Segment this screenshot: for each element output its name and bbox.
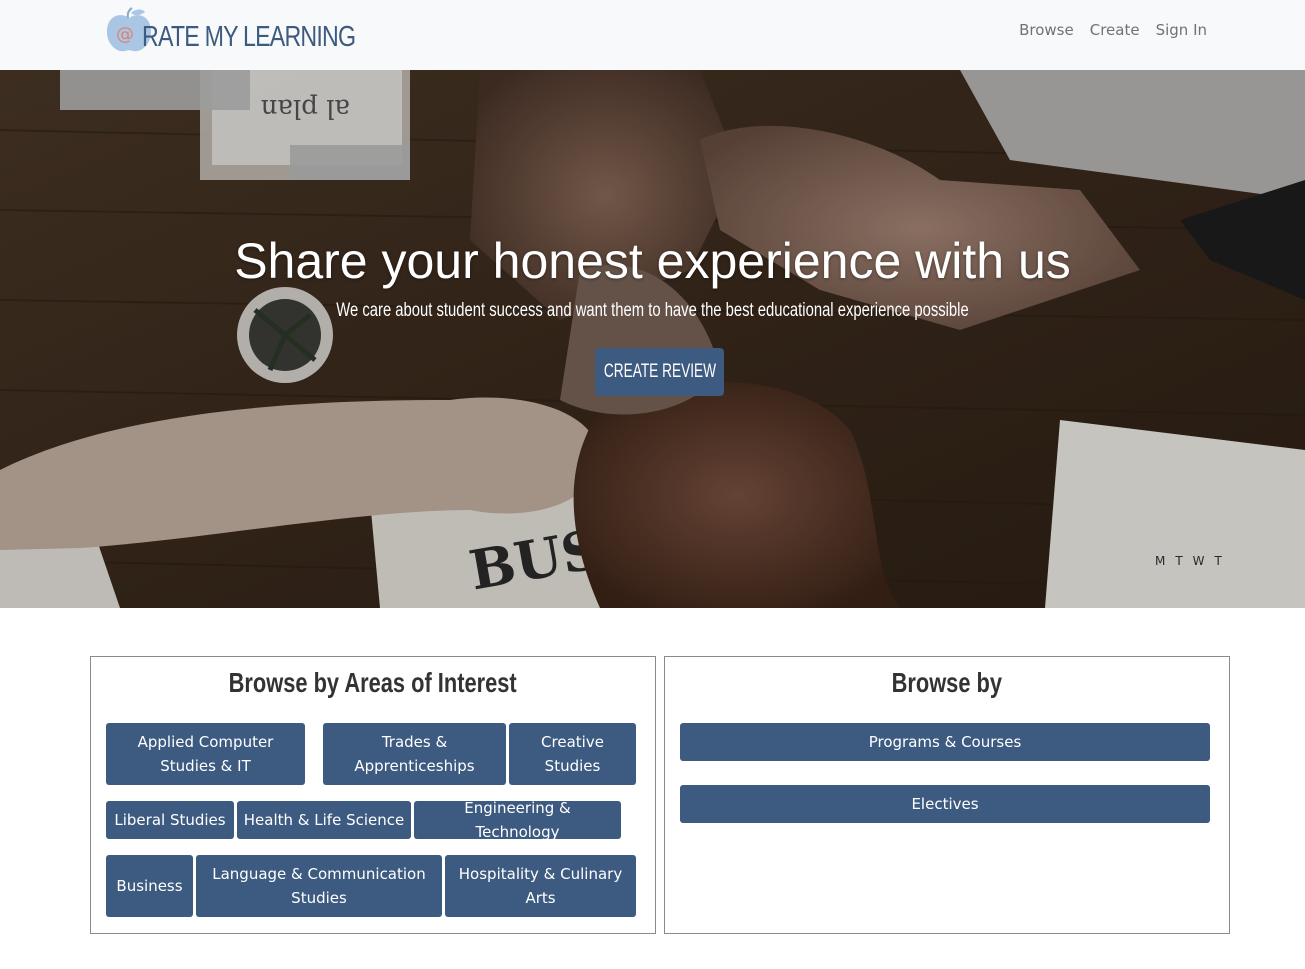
area-hospitality-culinary-button[interactable]: Hospitality & Culinary Arts: [445, 855, 636, 917]
nav-browse-link[interactable]: Browse: [1019, 21, 1074, 39]
area-creative-studies-button[interactable]: Creative Studies: [509, 723, 636, 785]
browse-programs-courses-button[interactable]: Programs & Courses: [680, 723, 1210, 761]
create-review-label: CREATE REVIEW: [603, 361, 716, 382]
browse-electives-button[interactable]: Electives: [680, 785, 1210, 823]
navbar: @ RATE MY LEARNING Browse Create Sign In: [0, 0, 1305, 70]
svg-text:@: @: [116, 24, 134, 45]
nav-sign-in-link[interactable]: Sign In: [1156, 21, 1207, 39]
browse-by-panel: Browse by Programs & Courses Electives: [664, 656, 1230, 934]
areas-panel-title-text: Browse by Areas of Interest: [228, 667, 518, 698]
area-liberal-studies-button[interactable]: Liberal Studies: [106, 801, 234, 839]
hero-banner: al plan BUS MTWT Share your honest exper…: [0, 70, 1305, 608]
area-trades-apprenticeships-button[interactable]: Trades & Apprenticeships: [323, 723, 506, 785]
hero-overlay: [0, 70, 1305, 608]
areas-of-interest-panel: Browse by Areas of Interest Applied Comp…: [90, 656, 656, 934]
brand-logo-link[interactable]: @ RATE MY LEARNING: [104, 6, 409, 56]
browse-by-panel-title-text: Browse by: [891, 667, 1003, 698]
nav-links: Browse Create Sign In: [1019, 21, 1207, 39]
nav-create-link[interactable]: Create: [1090, 21, 1140, 39]
create-review-button[interactable]: CREATE REVIEW: [595, 348, 724, 396]
browse-by-panel-title: Browse by: [665, 667, 1229, 699]
area-language-communication-button[interactable]: Language & Communication Studies: [196, 855, 442, 917]
area-health-life-science-button[interactable]: Health & Life Science: [237, 801, 411, 839]
hero-title: Share your honest experience with us: [234, 233, 1071, 289]
brand-text: RATE MY LEARNING: [142, 20, 356, 53]
area-business-button[interactable]: Business: [106, 855, 193, 917]
area-engineering-technology-button[interactable]: Engineering & Technology: [414, 799, 621, 841]
hero-subtitle: We care about student success and want t…: [336, 300, 969, 321]
area-applied-computer-studies-button[interactable]: Applied Computer Studies & IT: [106, 723, 305, 785]
areas-panel-title: Browse by Areas of Interest: [91, 667, 655, 699]
